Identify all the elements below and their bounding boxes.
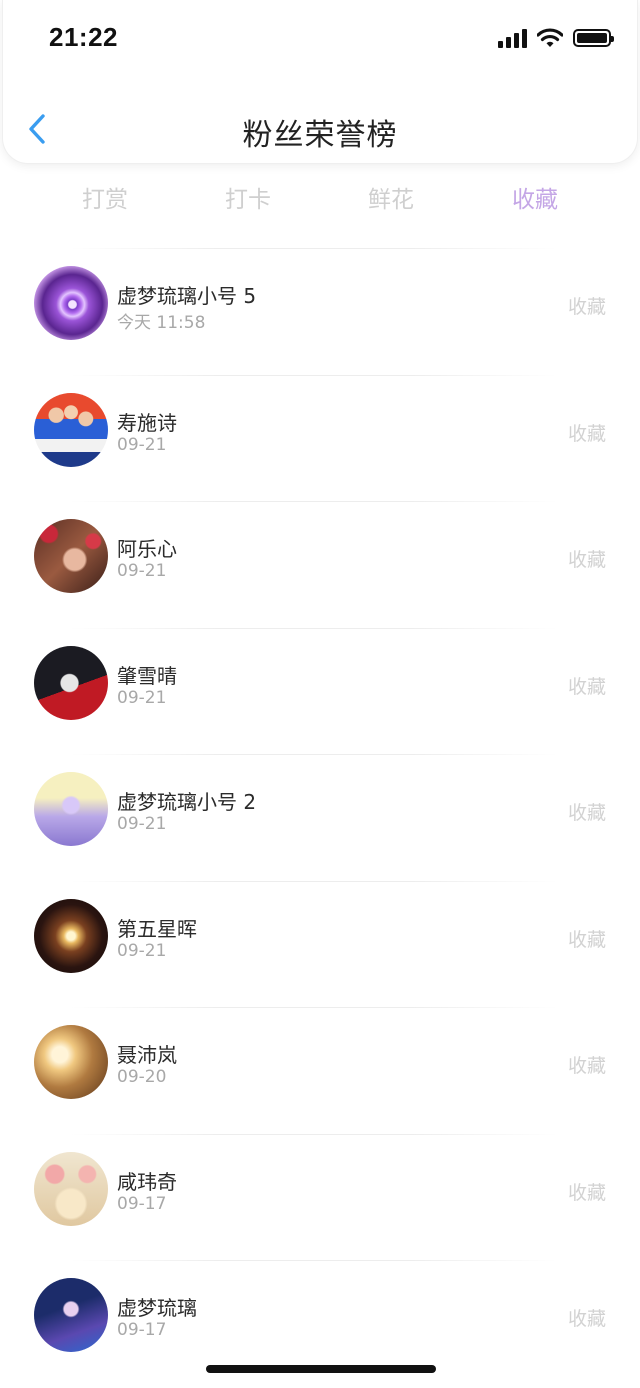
avatar xyxy=(34,772,108,846)
list-item[interactable]: 咸玮奇 09-17 收藏 xyxy=(0,1126,640,1253)
list-item[interactable]: 聂沛岚 09-20 收藏 xyxy=(0,999,640,1126)
list-item[interactable]: 第五星晖 09-21 收藏 xyxy=(0,873,640,1000)
home-indicator[interactable] xyxy=(206,1365,436,1373)
favorite-action[interactable]: 收藏 xyxy=(568,292,606,319)
page-title: 粉丝荣誉榜 xyxy=(242,118,398,153)
user-name: 虚梦琉璃小号 2 xyxy=(117,790,257,814)
battery-icon xyxy=(573,29,614,47)
tab-favorites[interactable]: 收藏 xyxy=(495,180,575,214)
wifi-icon xyxy=(537,28,563,47)
avatar xyxy=(34,392,108,467)
avatar xyxy=(34,519,108,593)
favorite-action[interactable]: 收藏 xyxy=(568,925,606,952)
user-time: 09-21 xyxy=(117,940,167,961)
avatar xyxy=(34,898,108,973)
user-time: 09-21 xyxy=(117,687,167,708)
status-icons xyxy=(498,28,614,48)
tab-flowers[interactable]: 鲜花 xyxy=(351,180,431,214)
fan-honor-screen: 21:22 粉丝荣誉榜 打赏 打卡 鲜花 收藏 虚梦琉璃小号 5 今天 11:5… xyxy=(0,0,640,1388)
avatar xyxy=(34,266,108,340)
fan-list: 虚梦琉璃小号 5 今天 11:58 收藏 寿施诗 09-21 收藏 阿乐心 09… xyxy=(0,240,640,1379)
favorite-action[interactable]: 收藏 xyxy=(568,1051,606,1078)
favorite-action[interactable]: 收藏 xyxy=(568,419,606,446)
user-name: 咸玮奇 xyxy=(117,1169,177,1194)
favorite-action[interactable]: 收藏 xyxy=(568,672,606,699)
avatar xyxy=(34,1025,108,1099)
list-item[interactable]: 虚梦琉璃 09-17 收藏 xyxy=(0,1252,640,1379)
favorite-action[interactable]: 收藏 xyxy=(568,798,606,825)
list-item[interactable]: 肇雪晴 09-21 收藏 xyxy=(0,620,640,747)
list-item[interactable]: 寿施诗 09-21 收藏 xyxy=(0,367,640,494)
avatar xyxy=(34,1278,108,1352)
user-time: 09-17 xyxy=(117,1320,167,1340)
user-time: 今天 11:58 xyxy=(117,313,206,333)
cellular-signal-icon xyxy=(498,28,527,48)
user-name: 阿乐心 xyxy=(117,537,177,561)
tab-reward[interactable]: 打赏 xyxy=(65,180,145,214)
list-item[interactable]: 虚梦琉璃小号 5 今天 11:58 收藏 xyxy=(0,240,640,367)
user-time: 09-21 xyxy=(117,434,167,455)
user-name: 肇雪晴 xyxy=(117,663,177,688)
list-item[interactable]: 虚梦琉璃小号 2 09-21 收藏 xyxy=(0,746,640,873)
favorite-action[interactable]: 收藏 xyxy=(568,545,606,572)
user-time: 09-21 xyxy=(117,561,167,581)
status-time: 21:22 xyxy=(49,22,118,52)
tab-checkin[interactable]: 打卡 xyxy=(208,180,288,214)
user-name: 寿施诗 xyxy=(117,410,177,435)
user-time: 09-20 xyxy=(117,1067,167,1087)
list-item[interactable]: 阿乐心 09-21 收藏 xyxy=(0,493,640,620)
avatar xyxy=(34,645,108,720)
header-bar: 21:22 粉丝荣誉榜 xyxy=(2,0,638,164)
user-time: 09-17 xyxy=(117,1193,167,1214)
user-name: 虚梦琉璃 xyxy=(117,1296,197,1320)
favorite-action[interactable]: 收藏 xyxy=(568,1178,606,1205)
avatar xyxy=(34,1151,108,1226)
favorite-action[interactable]: 收藏 xyxy=(568,1304,606,1331)
user-name: 虚梦琉璃小号 5 xyxy=(117,284,257,308)
tab-bar: 打赏 打卡 鲜花 收藏 xyxy=(32,180,608,220)
user-name: 聂沛岚 xyxy=(117,1043,177,1067)
user-name: 第五星晖 xyxy=(117,916,197,941)
user-time: 09-21 xyxy=(117,814,167,834)
